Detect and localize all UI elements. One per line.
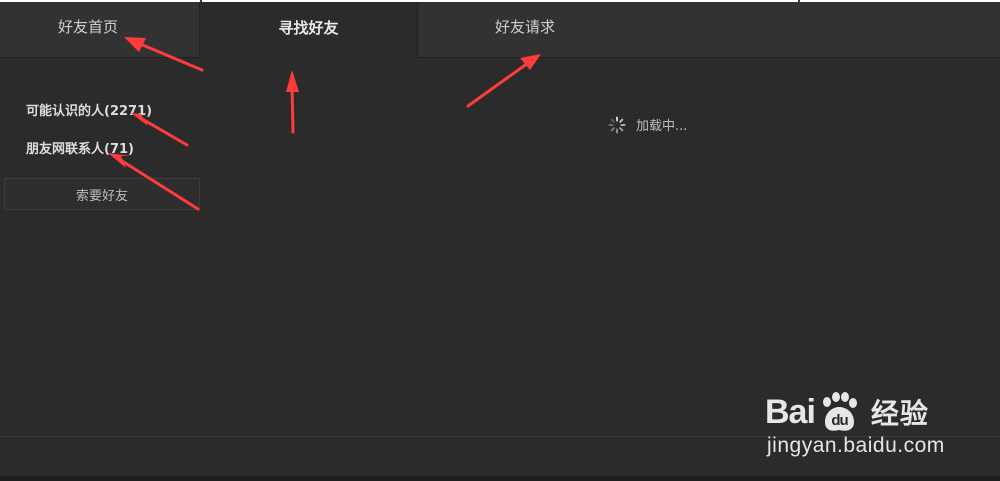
watermark-url: jingyan.baidu.com	[767, 434, 945, 457]
spinner-icon	[608, 116, 626, 133]
tab-bar: 好友首页 寻找好友 好友请求	[0, 2, 1000, 58]
request-friends-button-label: 索要好友	[75, 188, 128, 204]
tab-find-friends-label: 寻找好友	[278, 18, 339, 37]
loading-indicator: 加载中...	[608, 115, 687, 134]
friends-page: 好友首页 寻找好友 好友请求 可能认识的人(2271) 朋友网联系人(71) 索…	[0, 0, 1000, 481]
tab-friend-requests[interactable]: 好友请求	[417, 2, 1000, 58]
annotation-arrow-icon	[290, 84, 295, 134]
people-you-may-know-link[interactable]: 可能认识的人(2271)	[26, 100, 152, 119]
svg-text:du: du	[831, 412, 848, 429]
tab-friends-home-label: 好友首页	[58, 18, 119, 36]
annotation-arrow-icon	[142, 118, 189, 147]
annotation-arrowhead-icon	[286, 70, 299, 92]
contacts-link[interactable]: 朋友网联系人(71)	[26, 138, 134, 157]
watermark-logo: Bai du 经验	[765, 390, 929, 434]
watermark-logo-left: Bai	[765, 392, 816, 431]
bottom-bar	[0, 476, 1000, 481]
baidu-jingyan-watermark: Bai du 经验 jingyan.baidu.com	[765, 372, 990, 467]
tab-find-friends[interactable]: 寻找好友	[200, 2, 417, 58]
watermark-logo-right: 经验	[870, 398, 929, 429]
annotation-arrow-icon	[466, 61, 530, 108]
paw-icon: du	[822, 392, 857, 431]
tab-friends-home[interactable]: 好友首页	[0, 2, 200, 58]
tab-friend-requests-label: 好友请求	[495, 18, 556, 36]
request-friends-button[interactable]: 索要好友	[4, 178, 200, 210]
loading-text: 加载中...	[636, 119, 688, 134]
